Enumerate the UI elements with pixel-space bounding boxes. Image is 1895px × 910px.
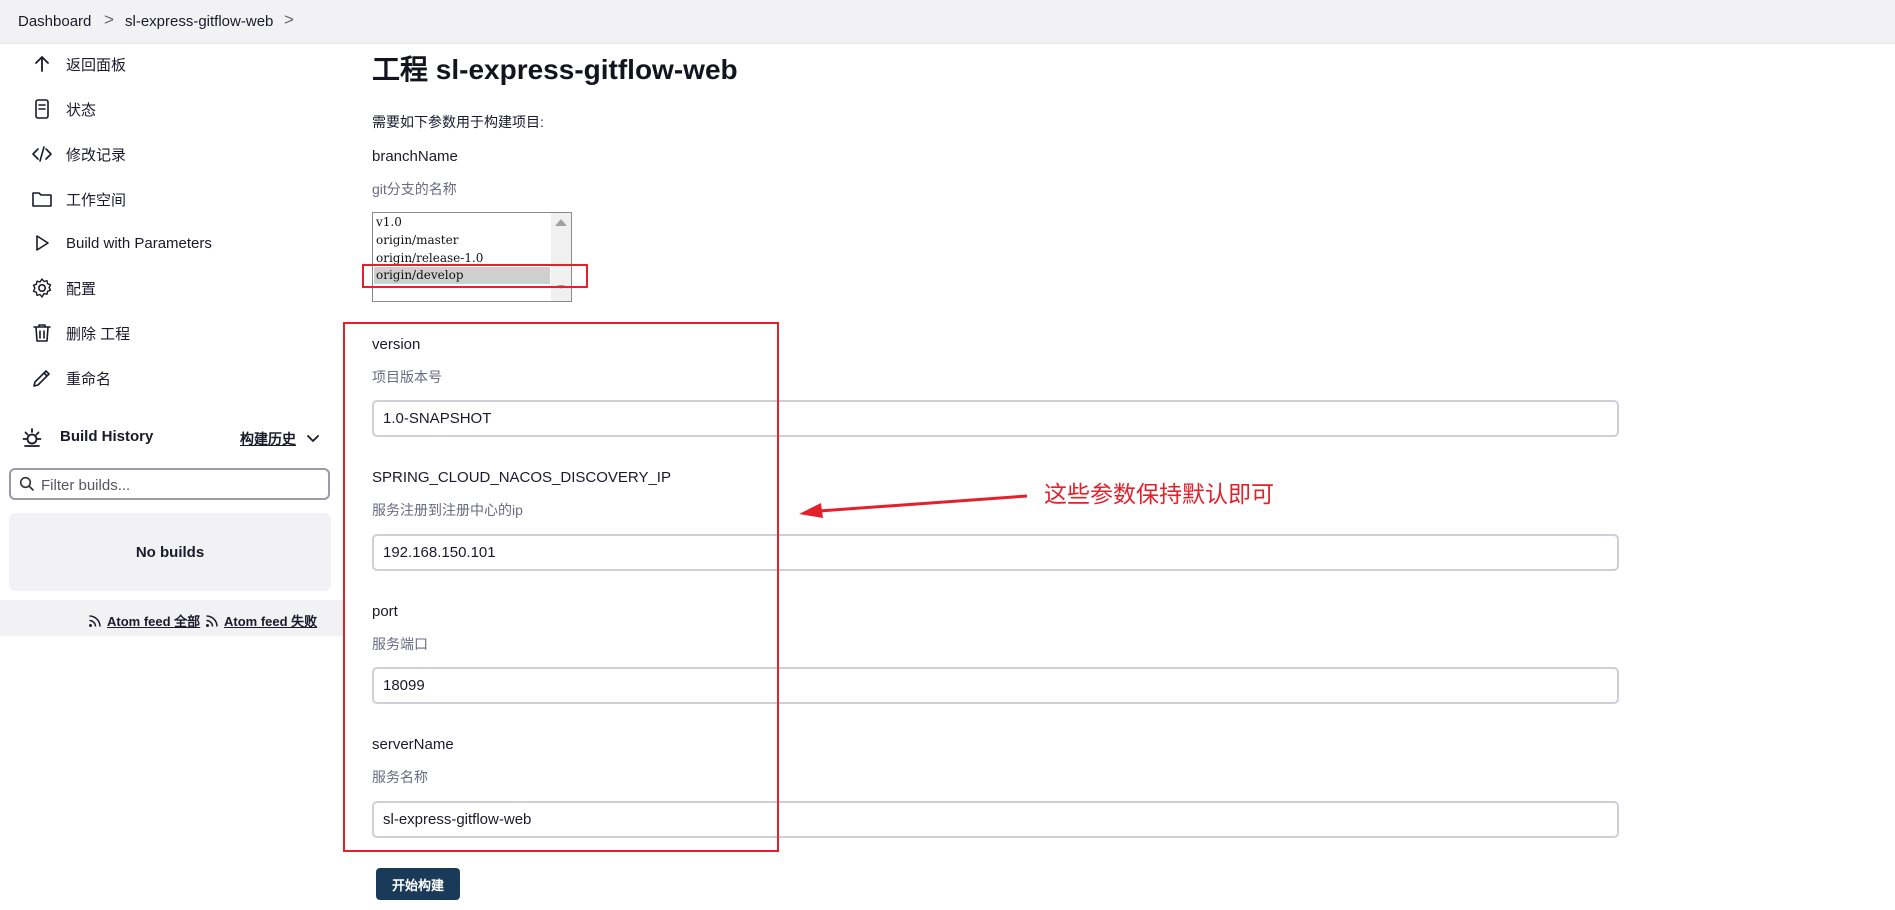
rss-icon [205, 614, 219, 628]
sidebar-item-label: Build with Parameters [66, 234, 212, 252]
atom-feed-bar: Atom feed 全部 Atom feed 失败 [0, 600, 345, 636]
sidebar-item-workspace[interactable]: 工作空间 [30, 185, 126, 213]
parameters-intro: 需要如下参数用于构建项目: [372, 114, 544, 130]
sidebar-item-status[interactable]: 状态 [30, 95, 96, 123]
breadcrumb-project[interactable]: sl-express-gitflow-web [125, 13, 273, 30]
sidebar-item-label: 返回面板 [66, 56, 127, 74]
build-history-title: Build History [60, 428, 154, 445]
highlight-default-params [343, 322, 779, 852]
trash-icon [30, 321, 54, 345]
code-icon [30, 142, 54, 166]
breadcrumb-separator: > [104, 10, 114, 29]
sidebar-item-label: 工作空间 [66, 191, 127, 209]
sidebar-item-label: 配置 [66, 280, 97, 298]
annotation-text: 这些参数保持默认即可 [1044, 481, 1274, 507]
arrow-up-icon [30, 52, 54, 76]
breadcrumb: Dashboard > sl-express-gitflow-web > [0, 0, 1895, 44]
breadcrumb-separator: > [284, 10, 294, 29]
sidebar-item-label: 删除 工程 [66, 325, 131, 343]
start-build-button[interactable]: 开始构建 [376, 868, 460, 900]
breadcrumb-dashboard[interactable]: Dashboard [18, 13, 91, 30]
sun-icon [20, 426, 44, 450]
sidebar-item-build-with-parameters[interactable]: Build with Parameters [30, 229, 212, 257]
sidebar-item-configure[interactable]: 配置 [30, 274, 96, 302]
chevron-down-icon[interactable] [305, 430, 321, 446]
page-title: 工程 sl-express-gitflow-web [372, 54, 738, 85]
branch-select-list[interactable]: v1.0 origin/master origin/release-1.0 or… [372, 212, 572, 302]
sidebar-item-label: 修改记录 [66, 146, 127, 164]
no-builds-message: No builds [9, 513, 331, 591]
filter-builds-box [9, 468, 330, 500]
sidebar-item-label: 状态 [66, 101, 97, 119]
highlight-selected-branch [362, 264, 588, 288]
annotation-arrow-icon [799, 494, 1028, 518]
play-icon [30, 231, 54, 255]
param-desc-branch: git分支的名称 [372, 181, 457, 197]
filter-builds-input[interactable] [39, 473, 323, 497]
sidebar-item-rename[interactable]: 重命名 [30, 364, 111, 392]
pencil-icon [30, 366, 54, 390]
atom-feed-failed-label: Atom feed 失败 [224, 614, 318, 629]
document-icon [30, 97, 54, 121]
rss-icon [88, 614, 102, 628]
sidebar-item-back-to-dashboard[interactable]: 返回面板 [30, 50, 126, 78]
build-history-header: Build History 构建历史 [20, 424, 320, 452]
atom-feed-failed-link[interactable]: Atom feed 失败 [205, 611, 317, 630]
sidebar-item-label: 重命名 [66, 370, 112, 388]
search-icon [19, 476, 35, 492]
sidebar-item-changes[interactable]: 修改记录 [30, 140, 126, 168]
scroll-up-arrow-icon[interactable] [555, 219, 567, 226]
sidebar-item-delete-project[interactable]: 删除 工程 [30, 319, 130, 347]
folder-icon [30, 187, 54, 211]
gear-icon [30, 276, 54, 300]
atom-feed-all-label: Atom feed 全部 [107, 614, 201, 629]
build-history-trend-link[interactable]: 构建历史 [240, 429, 296, 449]
atom-feed-all-link[interactable]: Atom feed 全部 [88, 611, 200, 630]
branch-option[interactable]: origin/master [374, 232, 550, 249]
branch-option[interactable]: v1.0 [374, 214, 550, 231]
param-name-branch: branchName [372, 148, 458, 165]
